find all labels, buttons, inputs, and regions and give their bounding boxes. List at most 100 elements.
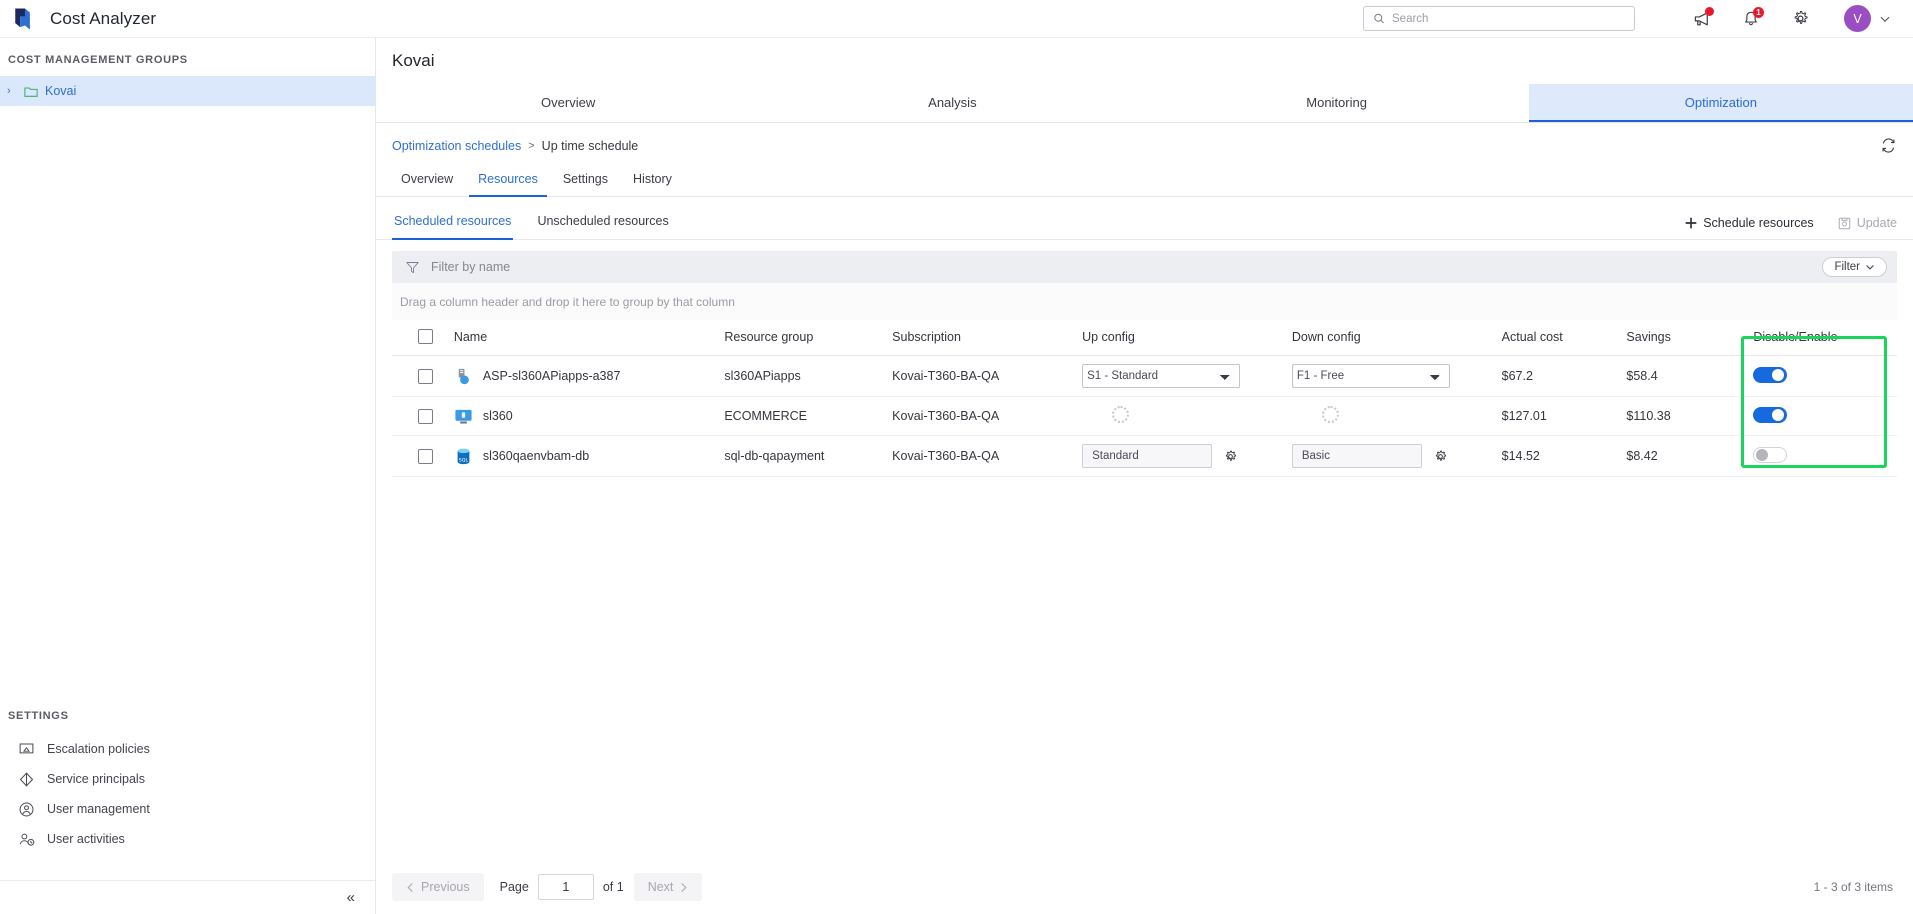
next-page-label: Next bbox=[647, 880, 674, 894]
sidebar-item-escalation-policies[interactable]: Escalation policies bbox=[0, 734, 375, 764]
breadcrumb-parent-link[interactable]: Optimization schedules bbox=[392, 139, 521, 153]
section-tab-label: Scheduled resources bbox=[394, 214, 512, 228]
row-select-cell bbox=[392, 396, 454, 436]
filter-by-name-input[interactable] bbox=[431, 260, 1823, 274]
section-tab-scheduled-resources[interactable]: Scheduled resources bbox=[392, 210, 514, 240]
header-disable-enable[interactable]: Disable/Enable bbox=[1753, 320, 1897, 356]
header-down-config[interactable]: Down config bbox=[1291, 320, 1502, 356]
header-actual-cost[interactable]: Actual cost bbox=[1501, 320, 1627, 356]
section-tab-unscheduled-resources[interactable]: Unscheduled resources bbox=[535, 210, 670, 240]
header-select-all bbox=[392, 320, 454, 356]
update-button[interactable]: Update bbox=[1838, 216, 1897, 239]
row-actual-cost: $14.52 bbox=[1501, 435, 1627, 477]
search-box[interactable] bbox=[1363, 6, 1635, 31]
table-body: ASP-sl360APiapps-a387 sl360APiapps Kovai… bbox=[392, 355, 1897, 477]
subtab-resources[interactable]: Resources bbox=[469, 166, 547, 197]
header-savings[interactable]: Savings bbox=[1626, 320, 1754, 356]
row-name-cell: SQL sl360qaenvbam-db bbox=[453, 435, 725, 477]
tab-overview[interactable]: Overview bbox=[376, 84, 760, 122]
up-config-gear-button[interactable] bbox=[1223, 449, 1238, 464]
breadcrumb: Optimization schedules > Up time schedul… bbox=[376, 123, 1913, 166]
enable-toggle[interactable] bbox=[1753, 446, 1788, 463]
row-select-cell bbox=[392, 435, 454, 477]
refresh-button[interactable] bbox=[1880, 137, 1897, 154]
page-number-input[interactable] bbox=[537, 874, 594, 900]
tab-optimization[interactable]: Optimization bbox=[1528, 84, 1913, 122]
up-config-value-box[interactable]: Standard bbox=[1082, 444, 1213, 468]
user-circle-icon bbox=[19, 802, 34, 816]
subtab-overview[interactable]: Overview bbox=[392, 166, 462, 197]
chevron-right-icon[interactable]: › bbox=[7, 85, 17, 97]
sidebar-item-user-management[interactable]: User management bbox=[0, 794, 375, 824]
header-name[interactable]: Name bbox=[453, 320, 725, 356]
search-input[interactable] bbox=[1392, 12, 1625, 25]
header-resource-group[interactable]: Resource group bbox=[724, 320, 893, 356]
next-page-button[interactable]: Next bbox=[633, 873, 703, 901]
row-select-cell bbox=[392, 355, 454, 397]
sidebar-settings-title: SETTINGS bbox=[8, 710, 69, 722]
schedule-resources-button[interactable]: Schedule resources bbox=[1685, 216, 1814, 239]
escalation-policy-icon bbox=[19, 742, 34, 753]
section-tabs-row: Scheduled resources Unscheduled resource… bbox=[376, 197, 1913, 240]
up-config-loading-spinner bbox=[1112, 406, 1130, 423]
subtab-label: Overview bbox=[401, 172, 454, 186]
sidebar-item-service-principals[interactable]: Service principals bbox=[0, 764, 375, 794]
toggle-knob bbox=[1756, 448, 1769, 461]
sidebar-item-kovai[interactable]: › Kovai bbox=[0, 76, 375, 106]
sidebar-item-label: User management bbox=[47, 802, 150, 816]
avatar: V bbox=[1844, 5, 1871, 32]
row-resource-group: sql-db-qapayment bbox=[724, 435, 893, 477]
down-config-gear-button[interactable] bbox=[1433, 449, 1448, 464]
user-menu[interactable]: V bbox=[1844, 5, 1891, 32]
subtab-settings[interactable]: Settings bbox=[554, 166, 617, 197]
section-tab-label: Unscheduled resources bbox=[537, 214, 669, 228]
collapse-double-chevron-left-icon[interactable]: « bbox=[347, 889, 355, 906]
tab-analysis[interactable]: Analysis bbox=[760, 84, 1144, 122]
row-name: sl360qaenvbam-db bbox=[482, 449, 590, 463]
enable-toggle[interactable] bbox=[1753, 366, 1788, 383]
top-bar: Cost Analyzer Search 1 V bbox=[0, 0, 1913, 38]
down-config-select[interactable]: F1 - Free bbox=[1291, 364, 1450, 388]
header-subscription[interactable]: Subscription bbox=[892, 320, 1083, 356]
row-checkbox[interactable] bbox=[418, 408, 433, 424]
sub-tabs: Overview Resources Settings History bbox=[376, 166, 1913, 197]
previous-page-label: Previous bbox=[421, 880, 470, 894]
breadcrumb-current: Up time schedule bbox=[541, 138, 639, 153]
row-checkbox[interactable] bbox=[418, 368, 433, 384]
items-summary: 1 - 3 of 3 items bbox=[1813, 880, 1893, 894]
row-name: sl360 bbox=[482, 409, 513, 423]
down-config-value-box[interactable]: Basic bbox=[1291, 444, 1422, 468]
group-by-dropzone[interactable]: Drag a column header and drop it here to… bbox=[392, 283, 1897, 320]
table-row: ASP-sl360APiapps-a387 sl360APiapps Kovai… bbox=[392, 355, 1897, 397]
subtab-history[interactable]: History bbox=[624, 166, 681, 197]
row-down-config bbox=[1291, 396, 1502, 436]
sidebar-item-label: Kovai bbox=[45, 84, 77, 98]
announcements-button[interactable] bbox=[1691, 6, 1714, 30]
previous-page-button[interactable]: Previous bbox=[392, 873, 484, 901]
notifications-button[interactable]: 1 bbox=[1740, 6, 1764, 30]
row-checkbox[interactable] bbox=[418, 448, 433, 464]
gear-icon bbox=[1435, 450, 1446, 461]
sidebar-item-user-activities[interactable]: User activities bbox=[0, 824, 375, 854]
brand: Cost Analyzer bbox=[12, 6, 156, 32]
filter-dropdown-button[interactable]: Filter bbox=[1822, 257, 1887, 277]
select-all-checkbox[interactable] bbox=[418, 329, 433, 344]
page-title: Kovai bbox=[392, 51, 435, 70]
tab-monitoring[interactable]: Monitoring bbox=[1145, 84, 1529, 122]
folder-icon bbox=[24, 86, 38, 97]
enable-toggle[interactable] bbox=[1753, 406, 1788, 423]
tab-label: Overview bbox=[541, 95, 596, 110]
app-service-plan-icon bbox=[458, 368, 469, 384]
svg-text:SQL: SQL bbox=[459, 457, 469, 463]
row-resource-group: sl360APiapps bbox=[724, 355, 893, 397]
sql-database-icon: SQL bbox=[457, 448, 470, 464]
azure-cost-logo-icon bbox=[15, 7, 30, 30]
header-up-config[interactable]: Up config bbox=[1082, 320, 1292, 356]
settings-button[interactable] bbox=[1789, 8, 1811, 30]
row-resource-group: ECOMMERCE bbox=[724, 396, 893, 436]
table-head: Name Resource group Subscription Up conf… bbox=[392, 320, 1897, 356]
up-config-select[interactable]: S1 - Standard bbox=[1082, 364, 1241, 388]
page-label: Page bbox=[499, 880, 529, 894]
body: COST MANAGEMENT GROUPS › Kovai SETTINGS … bbox=[0, 38, 1913, 914]
